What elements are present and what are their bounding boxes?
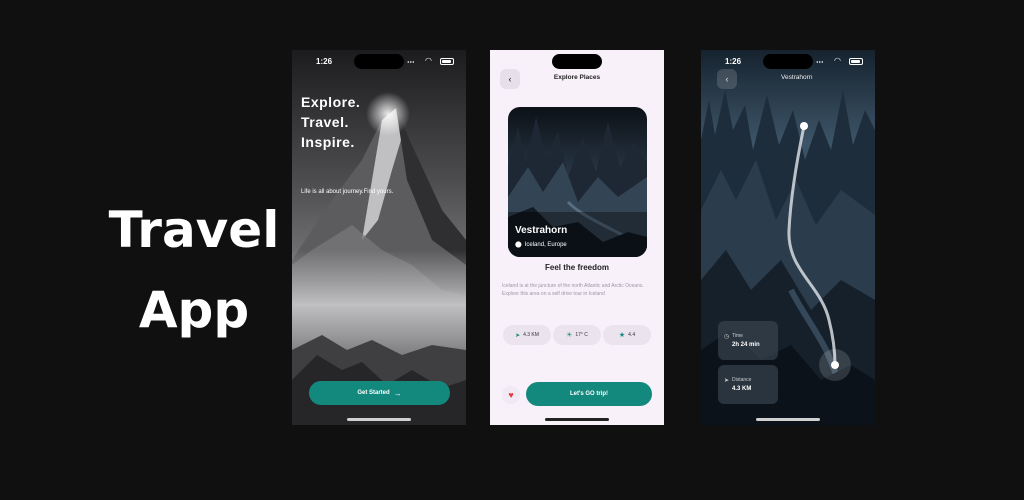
status-icons: ◠ [404, 56, 454, 65]
rating-chip-label: 4.4 [628, 332, 636, 338]
chevron-left-icon: ‹ [725, 74, 729, 84]
place-location: ⬤ Iceland, Europe [515, 241, 567, 249]
time-card: ◷ Time 2h 24 min [718, 321, 778, 360]
wifi-icon: ◠ [834, 56, 841, 65]
distance-value: 4.3 KM [732, 386, 752, 392]
arrow-right-icon: → [393, 388, 402, 398]
clock-icon: ◷ [724, 334, 730, 340]
time-label-text: Time [732, 333, 743, 339]
onboarding-screen: 1:26 ◠ Explore. Travel. Inspire. Life is… [292, 50, 466, 425]
dynamic-island [763, 54, 813, 69]
hero-title-line1: Travel [108, 201, 280, 259]
wifi-icon: ◠ [425, 56, 432, 65]
status-time: 1:26 [316, 57, 333, 66]
battery-icon [440, 58, 454, 65]
temperature-chip-label: 17° C [575, 332, 588, 338]
home-indicator [347, 418, 411, 421]
battery-icon [849, 58, 863, 65]
location-pin-icon: ⬤ [515, 242, 522, 248]
headline-line: Travel. [301, 114, 349, 130]
lets-go-trip-label: Let's GO trip! [569, 391, 609, 397]
lets-go-trip-button[interactable]: Let's GO trip! [526, 382, 652, 406]
back-button[interactable]: ‹ [717, 69, 737, 89]
headline-line: Explore. [301, 94, 361, 110]
headline-line: Inspire. [301, 134, 355, 150]
get-started-label: Get Started [357, 390, 390, 396]
place-description: Iceland is at the juncture of the north … [502, 283, 644, 297]
heart-icon: ♥ [508, 390, 514, 400]
dynamic-island [552, 54, 602, 69]
signal-icon [816, 61, 823, 63]
distance-chip-label: 4.3 KM [523, 332, 539, 338]
home-indicator [756, 418, 820, 421]
signal-icon [407, 61, 414, 63]
time-label: ◷ Time [724, 333, 743, 340]
status-bar: 1:26 ◠ [292, 50, 466, 72]
distance-label-text: Distance [732, 377, 752, 383]
sun-icon: ☀ [566, 332, 573, 339]
place-card[interactable]: Vestrahorn ⬤ Iceland, Europe [508, 107, 647, 257]
rating-chip: ★ 4.4 [603, 325, 651, 345]
distance-chip: ➤ 4.3 KM [503, 325, 551, 345]
favorite-button[interactable]: ♥ [502, 386, 520, 404]
navigation-icon: ➤ [515, 332, 521, 339]
star-icon: ★ [618, 332, 626, 339]
distance-card: ➤ Distance 4.3 KM [718, 365, 778, 404]
status-icons: ◠ [813, 56, 863, 65]
tagline: Feel the freedom [544, 263, 609, 272]
time-value: 2h 24 min [732, 342, 760, 348]
place-location-text: Iceland, Europe [524, 241, 567, 248]
dynamic-island [354, 54, 404, 69]
get-started-button[interactable]: Get Started → [309, 381, 450, 405]
distance-label: ➤ Distance [724, 377, 752, 384]
home-indicator [545, 418, 609, 421]
route-screen: 1:26 ◠ ‹ Vestrahorn ◷ Time 2h 24 min ➤ D… [701, 50, 875, 425]
temperature-chip: ☀ 17° C [553, 325, 601, 345]
place-name: Vestrahorn [515, 225, 568, 236]
subtitle: Life is all about journey.Find yours. [301, 189, 394, 195]
status-time: 1:26 [725, 57, 742, 66]
navigation-icon: ➤ [724, 378, 730, 384]
explore-places-screen: ‹ Explore Places Vestrahorn ⬤ Iceland, E… [490, 50, 664, 425]
hero-title-line2: App [138, 281, 250, 339]
hero-title: Travel App [104, 190, 284, 350]
headline: Explore. Travel. Inspire. [301, 92, 360, 152]
page-title: Vestrahorn [781, 74, 813, 81]
page-title: Explore Places [553, 74, 601, 81]
